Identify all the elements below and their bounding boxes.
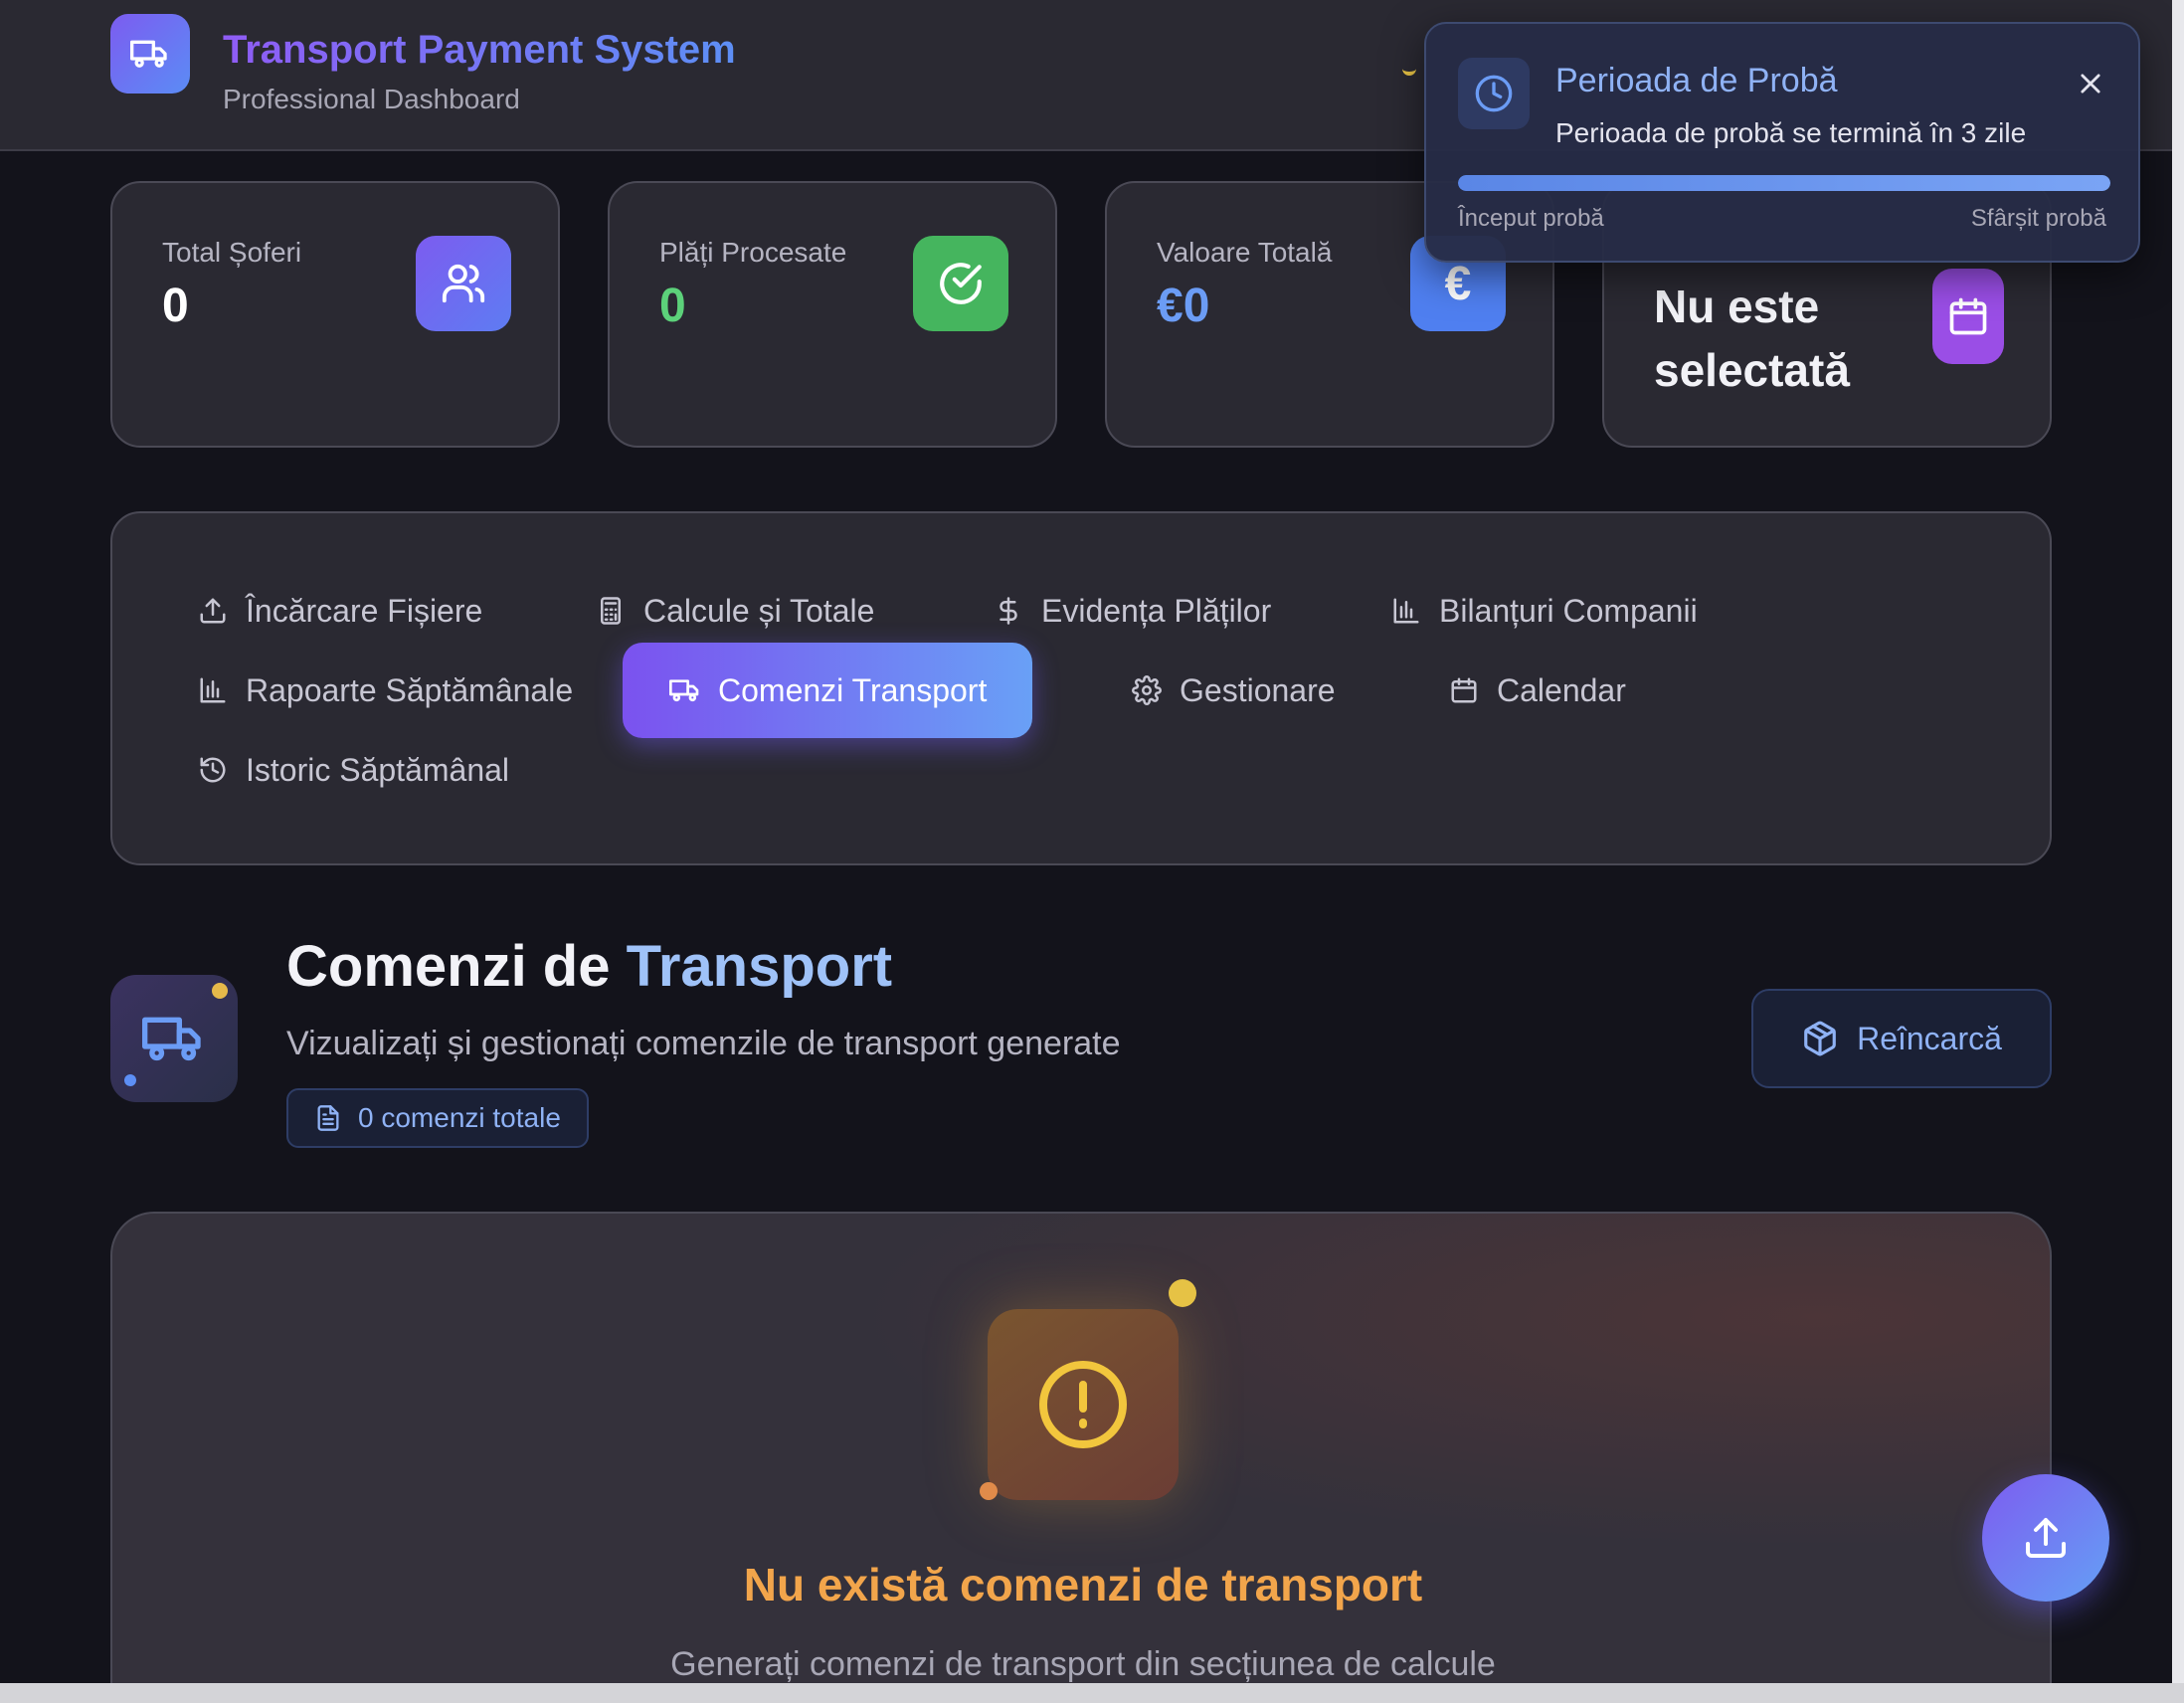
tab-label: Istoric Săptămânal [246, 751, 510, 788]
close-icon[interactable] [2071, 64, 2110, 103]
tab-label: Evidența Plăților [1041, 592, 1272, 629]
tab-label: Încărcare Fișiere [246, 592, 483, 629]
tab-calendar[interactable]: Calendar [1427, 643, 1646, 738]
dollar-icon [992, 594, 1025, 628]
app-logo[interactable] [110, 14, 190, 94]
check-circle-icon [913, 236, 1008, 331]
theme-toggle-icon[interactable] [1402, 62, 1416, 76]
tab-label: Bilanțuri Companii [1439, 592, 1698, 629]
tab-label: Calendar [1497, 671, 1626, 708]
calendar-icon [1932, 269, 2004, 364]
reload-button[interactable]: Reîncarcă [1751, 989, 2052, 1088]
tab-weekly-history[interactable]: Istoric Săptămânal [176, 722, 529, 818]
decor-dot [212, 983, 228, 999]
orders-count-label: 0 comenzi totale [358, 1102, 561, 1133]
warning-icon-box [988, 1309, 1179, 1500]
tab-label: Comenzi Transport [718, 671, 988, 708]
trial-start-label: Început probă [1458, 205, 1604, 232]
tab-label: Rapoarte Săptămânale [246, 671, 574, 708]
app-title: Transport Payment System [223, 28, 736, 72]
tab-navigation: Încărcare Fișiere Calcule și Totale Evid… [110, 511, 2052, 865]
reload-button-label: Reîncarcă [1857, 1020, 2002, 1056]
alert-circle-icon [1039, 1361, 1127, 1448]
upload-icon [2026, 1518, 2066, 1558]
decor-dot [980, 1482, 998, 1500]
notification-title: Perioada de Probă [1555, 62, 1838, 99]
trial-notification: Perioada de Probă Perioada de probă se t… [1424, 22, 2140, 263]
clock-icon [1458, 58, 1530, 129]
empty-state-panel: Nu există comenzi de transport Generați … [110, 1212, 2052, 1703]
tab-transport-orders[interactable]: Comenzi Transport [623, 643, 1033, 738]
stat-card-payments: Plăți Procesate 0 [608, 181, 1057, 448]
stat-label: Valoare Totală [1157, 237, 1333, 268]
decor-dot [1169, 1279, 1196, 1307]
truck-icon [668, 673, 702, 707]
truck-icon [130, 40, 167, 68]
stat-value: Nu este selectată [1654, 281, 1850, 396]
tab-label: Calcule și Totale [643, 592, 875, 629]
gear-icon [1130, 673, 1164, 707]
history-icon [196, 753, 230, 787]
stat-value: 0 [659, 280, 686, 332]
users-icon [416, 236, 511, 331]
stat-value: €0 [1157, 280, 1210, 332]
decor-dot [124, 1074, 136, 1086]
bar-chart-icon [1389, 594, 1423, 628]
package-icon [1804, 1021, 1836, 1056]
section-description: Vizualizați și gestionați comenzile de t… [286, 1025, 1121, 1062]
calculator-icon [594, 594, 628, 628]
section-title: Comenzi de Transport [286, 934, 893, 999]
stat-value: 0 [162, 280, 189, 332]
window-edge [2172, 0, 2184, 1703]
section-truck-icon [110, 975, 238, 1102]
trial-end-label: Sfârșit probă [1970, 205, 2106, 232]
tab-management[interactable]: Gestionare [1110, 643, 1356, 738]
upload-icon [196, 594, 230, 628]
calendar-icon [1447, 673, 1481, 707]
orders-count-badge: 0 comenzi totale [286, 1088, 589, 1148]
empty-state-description: Generați comenzi de transport din secțiu… [670, 1645, 1496, 1683]
trial-progress-bar [1458, 175, 2110, 191]
tab-label: Gestionare [1180, 671, 1336, 708]
bar-chart-icon [196, 673, 230, 707]
document-icon [317, 1105, 339, 1131]
upload-fab-button[interactable] [1982, 1474, 2109, 1602]
window-bottom-edge [0, 1683, 2184, 1703]
app-subtitle: Professional Dashboard [223, 84, 520, 114]
stat-label: Plăți Procesate [659, 237, 847, 268]
stat-card-drivers: Total Șoferi 0 [110, 181, 560, 448]
stat-label: Total Șoferi [162, 237, 302, 268]
empty-state-title: Nu există comenzi de transport [743, 1559, 1423, 1610]
notification-message: Perioada de probă se termină în 3 zile [1555, 117, 2027, 148]
trial-progress-fill [1458, 175, 2110, 191]
